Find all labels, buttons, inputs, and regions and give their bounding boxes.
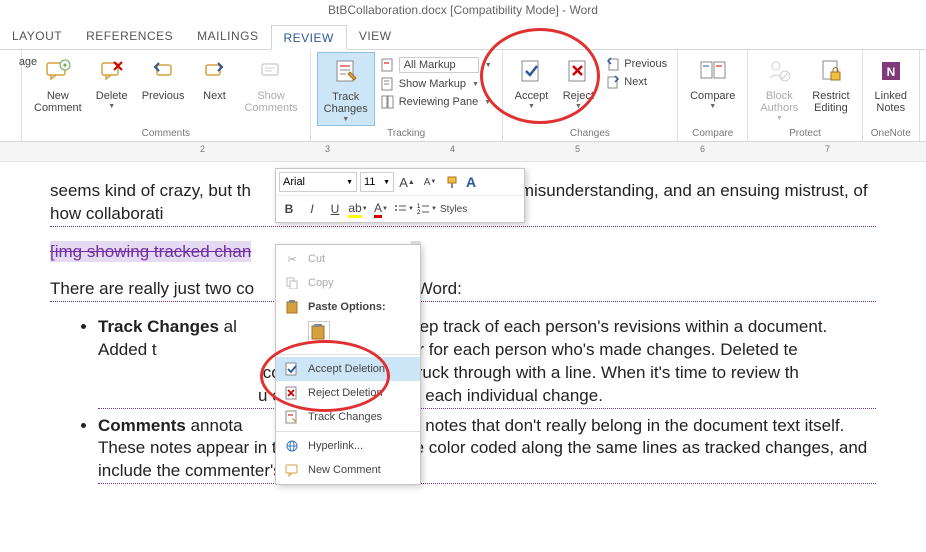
group-changes-label: Changes: [509, 126, 671, 141]
reviewing-pane-dropdown[interactable]: Reviewing Pane▼: [377, 94, 496, 110]
svg-text:2: 2: [417, 210, 421, 215]
format-painter-button[interactable]: [443, 172, 463, 192]
track-changes-icon: [332, 58, 360, 86]
group-compare-label: Compare: [684, 126, 741, 141]
group-comments-label: Comments: [28, 126, 304, 141]
dropdown-arrow-icon: ▼: [709, 103, 716, 110]
group-tracking-label: Tracking: [317, 126, 496, 141]
new-comment-small-icon: [284, 462, 300, 478]
paragraph[interactable]: There are really just two co in Word:: [50, 278, 876, 302]
svg-text:N: N: [886, 65, 895, 79]
linked-notes-button[interactable]: N Linked Notes: [869, 52, 913, 116]
compare-button[interactable]: Compare ▼: [684, 52, 741, 112]
reject-icon: [565, 58, 591, 84]
restrict-editing-button[interactable]: Restrict Editing: [806, 52, 855, 116]
show-comments-button: Show Comments: [238, 52, 303, 116]
onenote-icon: N: [878, 58, 904, 84]
paste-options-menuitem[interactable]: Paste Options:: [276, 295, 420, 319]
show-markup-icon: [381, 77, 395, 91]
next-change-icon: [606, 75, 620, 89]
numbering-icon: 12: [417, 203, 431, 215]
restrict-editing-icon: [819, 58, 843, 84]
cut-icon: ✂: [284, 251, 300, 267]
track-changes-menuitem[interactable]: Track Changes: [276, 405, 420, 429]
bullets-icon: [394, 203, 408, 215]
prev-change-icon: [606, 57, 620, 71]
markup-icon: [381, 58, 395, 72]
bullets-button[interactable]: ▼: [394, 199, 414, 219]
show-comments-icon: [259, 59, 283, 83]
block-authors-button: Block Authors ▼: [754, 52, 804, 124]
block-authors-icon: [766, 58, 792, 84]
dropdown-arrow-icon: ▼: [342, 116, 349, 123]
tracked-deletion-text[interactable]: [img showing tracked chant]: [50, 241, 876, 264]
next-change-button[interactable]: Next: [602, 74, 671, 90]
delete-comment-button[interactable]: Delete ▼: [90, 52, 134, 112]
next-icon: [202, 59, 226, 83]
show-markup-dropdown[interactable]: Show Markup▼: [377, 76, 496, 92]
italic-button[interactable]: I: [302, 199, 322, 219]
ruler[interactable]: 2 3 4 5 6 7: [0, 142, 926, 162]
previous-change-button[interactable]: Previous: [602, 56, 671, 72]
next-comment-button[interactable]: Next: [192, 52, 236, 104]
styles-dropdown[interactable]: Styles: [440, 199, 467, 219]
hyperlink-menuitem[interactable]: Hyperlink...: [276, 434, 420, 458]
new-comment-icon: ✦: [45, 59, 71, 83]
compare-icon: [699, 58, 727, 84]
copy-icon: [284, 275, 300, 291]
font-color-button[interactable]: A▼: [371, 199, 391, 219]
svg-text:✦: ✦: [61, 61, 68, 70]
tab-layout[interactable]: LAYOUT: [0, 24, 74, 49]
accept-icon: [518, 58, 544, 84]
new-comment-button[interactable]: ✦ New Comment: [28, 52, 88, 116]
highlight-button[interactable]: ab▼: [348, 199, 368, 219]
dropdown-arrow-icon: ▼: [528, 103, 535, 110]
reject-deletion-menuitem[interactable]: Reject Deletion: [276, 381, 420, 405]
track-changes-button[interactable]: Track Changes ▼: [317, 52, 375, 126]
new-comment-menuitem[interactable]: New Comment: [276, 458, 420, 482]
grow-font-button[interactable]: A▲: [397, 172, 417, 192]
markup-display-dropdown[interactable]: All Markup ▼: [377, 56, 496, 74]
context-menu: ✂Cut Copy Paste Options: Accept Deletion…: [275, 244, 421, 485]
list-item[interactable]: Track Changes al keep track of each pers…: [98, 316, 876, 409]
styles-button[interactable]: A: [466, 172, 476, 192]
ribbon-tabs: LAYOUT REFERENCES MAILINGS REVIEW VIEW: [0, 24, 926, 50]
tab-view[interactable]: VIEW: [347, 24, 404, 49]
tab-review[interactable]: REVIEW: [271, 25, 347, 50]
hyperlink-icon: [284, 438, 300, 454]
dropdown-arrow-icon: ▼: [776, 115, 783, 122]
copy-menuitem: Copy: [276, 271, 420, 295]
dropdown-arrow-icon: ▼: [575, 103, 582, 110]
paste-option-keep-source[interactable]: [308, 321, 330, 343]
previous-icon: [151, 59, 175, 83]
cut-menuitem: ✂Cut: [276, 247, 420, 271]
font-family-dropdown[interactable]: Arial▼: [279, 172, 357, 192]
mini-toolbar: Arial▼ 11▼ A▲ A▼ A B I U ab▼ A▼ ▼ 12▼ St…: [275, 168, 525, 223]
window-title: BtBCollaboration.docx [Compatibility Mod…: [0, 0, 926, 24]
group-onenote-label: OneNote: [869, 126, 913, 141]
delete-comment-icon: [100, 59, 124, 83]
shrink-font-button[interactable]: A▼: [420, 172, 440, 192]
reviewing-pane-icon: [381, 95, 395, 109]
dropdown-arrow-icon: ▼: [108, 103, 115, 110]
tab-mailings[interactable]: MAILINGS: [185, 24, 270, 49]
reject-button[interactable]: Reject ▼: [556, 52, 600, 112]
font-size-dropdown[interactable]: 11▼: [360, 172, 394, 192]
format-painter-icon: [446, 175, 460, 189]
paste-icon: [284, 299, 300, 315]
previous-comment-button[interactable]: Previous: [136, 52, 191, 104]
accept-deletion-icon: [284, 361, 300, 377]
numbering-button[interactable]: 12▼: [417, 199, 437, 219]
ribbon: age ✦ New Comment Delete ▼ Previous Next: [0, 50, 926, 142]
tab-references[interactable]: REFERENCES: [74, 24, 185, 49]
bold-button[interactable]: B: [279, 199, 299, 219]
track-changes-small-icon: [284, 409, 300, 425]
accept-deletion-menuitem[interactable]: Accept Deletion: [276, 357, 420, 381]
reject-deletion-icon: [284, 385, 300, 401]
underline-button[interactable]: U: [325, 199, 345, 219]
accept-button[interactable]: Accept ▼: [509, 52, 555, 112]
list-item[interactable]: Comments annotaith notes that don't real…: [98, 415, 876, 485]
group-protect-label: Protect: [754, 126, 855, 141]
